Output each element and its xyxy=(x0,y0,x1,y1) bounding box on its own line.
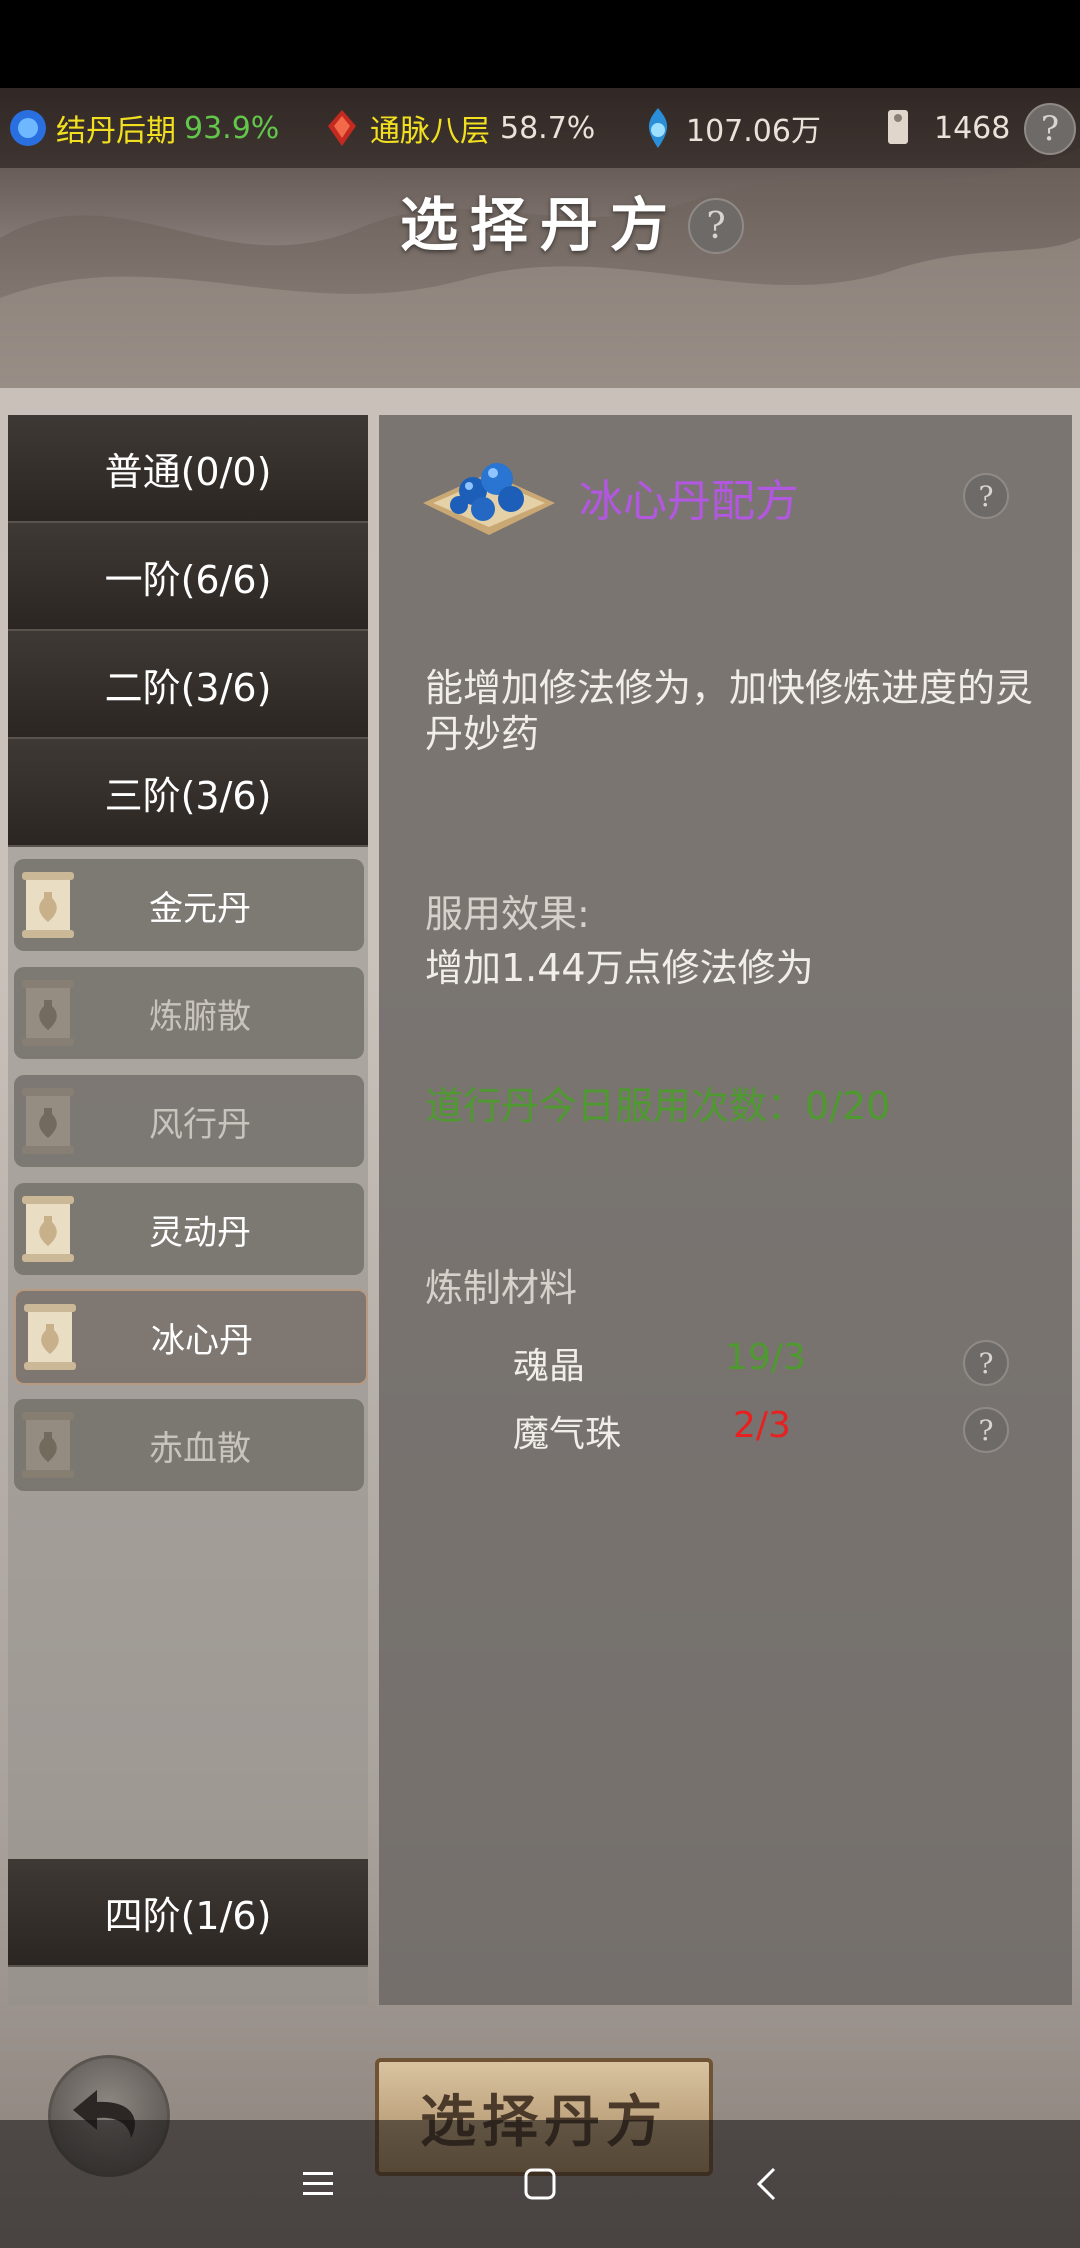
recipe-detail-panel: 冰心丹配方 ? 能增加修法修为，加快修炼进度的灵丹妙药 服用效果: 增加1.44… xyxy=(379,415,1072,2005)
material-help-icon[interactable]: ? xyxy=(963,1340,1009,1386)
page-title: 选择丹方 xyxy=(399,191,680,259)
scroll-icon xyxy=(22,1196,74,1262)
material-name: 魔气珠 xyxy=(513,1414,622,1455)
meridian-progress: 58.7% xyxy=(500,110,596,146)
realm-stat: 结丹后期 93.9% xyxy=(6,88,279,168)
meridian-stat: 通脉八层 58.7% xyxy=(320,88,595,168)
spirit-stone-count: 107.06万 xyxy=(686,114,821,149)
token-count: 1468 xyxy=(934,110,1011,146)
tier-tab-3[interactable]: 三阶(3/6) xyxy=(8,739,368,847)
recipe-name: 赤血散 xyxy=(149,1428,251,1469)
scroll-icon xyxy=(22,1412,74,1478)
recipe-name: 冰心丹 xyxy=(151,1320,253,1361)
banner-icon xyxy=(888,110,908,144)
recipe-help-icon[interactable]: ? xyxy=(963,473,1009,519)
recipe-item-selected[interactable]: 冰心丹 xyxy=(14,1289,368,1385)
red-crystal-icon xyxy=(328,110,356,146)
recipe-name: 炼腑散 xyxy=(149,996,251,1037)
recipe-title: 冰心丹配方 xyxy=(579,476,799,527)
tier-tab-common[interactable]: 普通(0/0) xyxy=(8,415,368,523)
pill-tray-icon xyxy=(423,463,555,535)
status-help-icon[interactable]: ? xyxy=(1024,103,1076,155)
back-nav-icon[interactable] xyxy=(734,2152,798,2216)
tier-tab-4[interactable]: 四阶(1/6) xyxy=(8,1859,368,1967)
material-name: 魂晶 xyxy=(513,1346,586,1387)
recipe-name: 风行丹 xyxy=(149,1104,251,1145)
recipe-item[interactable]: 金元丹 xyxy=(14,859,364,951)
meridian-label: 通脉八层 xyxy=(370,114,490,149)
realm-progress: 93.9% xyxy=(184,110,280,146)
recipe-item[interactable]: 炼腑散 xyxy=(14,967,364,1059)
tier-tab-2[interactable]: 二阶(3/6) xyxy=(8,631,368,739)
realm-label: 结丹后期 xyxy=(56,114,176,149)
title-help-icon[interactable]: ? xyxy=(688,198,744,254)
material-qty: 19/3 xyxy=(725,1337,806,1378)
materials-header: 炼制材料 xyxy=(425,1266,578,1310)
recipe-item[interactable]: 风行丹 xyxy=(14,1075,364,1167)
material-help-icon[interactable]: ? xyxy=(963,1407,1009,1453)
recipe-item[interactable]: 灵动丹 xyxy=(14,1183,364,1275)
token-stat: 1468 xyxy=(876,88,1010,168)
recipe-item[interactable]: 赤血散 xyxy=(14,1399,364,1491)
recipe-name: 灵动丹 xyxy=(149,1212,251,1253)
resource-bar: 结丹后期 93.9% 通脉八层 58.7% 107.06万 1468 ? xyxy=(0,88,1080,168)
scroll-icon xyxy=(22,980,74,1046)
effect-header: 服用效果: xyxy=(425,892,590,936)
scroll-icon xyxy=(22,872,74,938)
daily-uses: 道行丹今日服用次数：0/20 xyxy=(425,1084,891,1128)
spirit-stone-stat: 107.06万 xyxy=(636,88,821,168)
material-qty: 2/3 xyxy=(733,1405,791,1446)
recipe-list-panel: 普通(0/0) 一阶(6/6) 二阶(3/6) 三阶(3/6) 金元丹 炼腑散 … xyxy=(8,415,368,2005)
tier-tab-1[interactable]: 一阶(6/6) xyxy=(8,523,368,631)
recipe-name: 金元丹 xyxy=(149,888,251,929)
recent-apps-icon[interactable] xyxy=(286,2152,350,2216)
scroll-icon xyxy=(24,1304,76,1370)
scroll-icon xyxy=(22,1088,74,1154)
effect-text: 增加1.44万点修法修为 xyxy=(425,946,814,990)
home-icon[interactable] xyxy=(508,2152,572,2216)
recipe-description: 能增加修法修为，加快修炼进度的灵丹妙药 xyxy=(425,666,1034,756)
system-nav-bar xyxy=(0,2120,1080,2248)
spirit-stone-icon xyxy=(648,108,668,148)
blue-orb-icon xyxy=(10,110,46,146)
